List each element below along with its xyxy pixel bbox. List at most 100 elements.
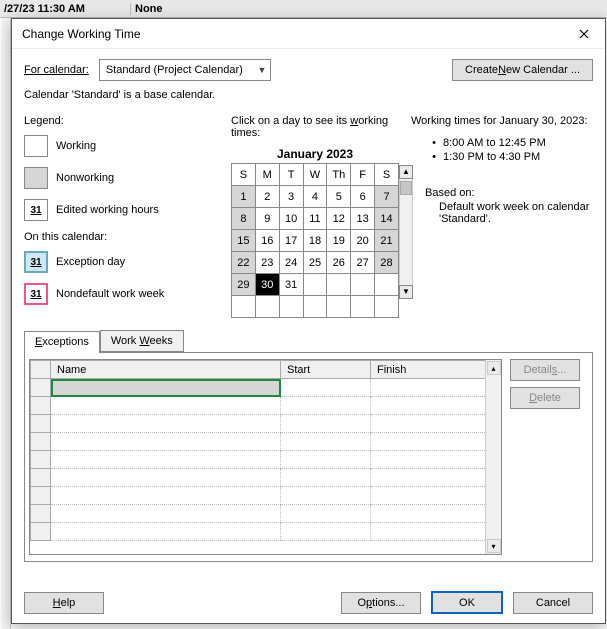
cancel-button[interactable]: Cancel xyxy=(513,592,593,614)
row-handle[interactable] xyxy=(31,415,51,433)
calendar-day[interactable]: 22 xyxy=(232,252,256,274)
calendar-day[interactable]: 20 xyxy=(351,230,375,252)
cell-start[interactable] xyxy=(281,487,371,505)
calendar-day[interactable]: 15 xyxy=(232,230,256,252)
calendar-day[interactable]: 31 xyxy=(279,274,303,296)
col-start[interactable]: Start xyxy=(281,361,371,379)
cell-start[interactable] xyxy=(281,469,371,487)
row-handle[interactable] xyxy=(31,523,51,541)
create-new-calendar-button[interactable]: Create New Calendar ... xyxy=(452,59,593,81)
cell-start[interactable] xyxy=(281,451,371,469)
calendar-grid[interactable]: SMTWThFS 1234567891011121314151617181920… xyxy=(231,163,399,318)
table-row[interactable] xyxy=(31,487,501,505)
cell-name[interactable] xyxy=(51,397,281,415)
calendar-day[interactable]: 5 xyxy=(327,186,351,208)
tab-exceptions[interactable]: Exceptions xyxy=(24,331,100,353)
grid-scrollbar[interactable]: ▴ ▾ xyxy=(485,360,501,554)
cell-finish[interactable] xyxy=(371,379,501,397)
cell-finish[interactable] xyxy=(371,397,501,415)
cell-name[interactable] xyxy=(51,451,281,469)
calendar-day[interactable]: 6 xyxy=(351,186,375,208)
row-handle[interactable] xyxy=(31,487,51,505)
cell-name[interactable] xyxy=(51,415,281,433)
calendar-day[interactable]: 21 xyxy=(375,230,399,252)
scroll-down-icon[interactable]: ▾ xyxy=(487,539,501,553)
calendar-day[interactable]: 27 xyxy=(351,252,375,274)
calendar-combo[interactable]: Standard (Project Calendar) ▼ xyxy=(99,59,272,81)
cell-finish[interactable] xyxy=(371,487,501,505)
row-handle[interactable] xyxy=(31,379,51,397)
cell-start[interactable] xyxy=(281,433,371,451)
options-button[interactable]: Options... xyxy=(341,592,421,614)
cell-name[interactable] xyxy=(51,433,281,451)
row-handle[interactable] xyxy=(31,469,51,487)
calendar-day[interactable]: 7 xyxy=(375,186,399,208)
cell-finish[interactable] xyxy=(371,433,501,451)
col-name[interactable]: Name xyxy=(51,361,281,379)
cell-start[interactable] xyxy=(281,415,371,433)
calendar-day[interactable]: 12 xyxy=(327,208,351,230)
cell-start[interactable] xyxy=(281,523,371,541)
table-row[interactable] xyxy=(31,469,501,487)
cell-start[interactable] xyxy=(281,505,371,523)
cell-finish[interactable] xyxy=(371,469,501,487)
calendar-day[interactable]: 2 xyxy=(255,186,279,208)
table-row[interactable] xyxy=(31,415,501,433)
calendar-day[interactable]: 14 xyxy=(375,208,399,230)
close-button[interactable] xyxy=(563,19,605,49)
calendar-scroll-up[interactable]: ▲ xyxy=(399,165,413,179)
calendar-day[interactable]: 18 xyxy=(303,230,327,252)
cell-finish[interactable] xyxy=(371,415,501,433)
cell-name[interactable] xyxy=(51,469,281,487)
calendar-day[interactable]: 30 xyxy=(255,274,279,296)
row-handle[interactable] xyxy=(31,397,51,415)
calendar-day[interactable]: 8 xyxy=(232,208,256,230)
cell-start[interactable] xyxy=(281,379,371,397)
calendar-day[interactable]: 23 xyxy=(255,252,279,274)
table-row[interactable] xyxy=(31,523,501,541)
table-row[interactable] xyxy=(31,433,501,451)
scroll-up-icon[interactable]: ▴ xyxy=(487,361,501,375)
calendar-day[interactable]: 9 xyxy=(255,208,279,230)
exceptions-grid[interactable]: Name Start Finish ▴ ▾ xyxy=(29,359,502,555)
calendar-day[interactable]: 28 xyxy=(375,252,399,274)
calendar-day[interactable]: 11 xyxy=(303,208,327,230)
ok-button[interactable]: OK xyxy=(431,591,503,614)
calendar-day[interactable]: 25 xyxy=(303,252,327,274)
table-row[interactable] xyxy=(31,451,501,469)
table-row[interactable] xyxy=(31,397,501,415)
tab-work-weeks[interactable]: Work Weeks xyxy=(100,330,184,352)
delete-button[interactable]: Delete xyxy=(510,387,580,409)
cell-name[interactable] xyxy=(51,487,281,505)
calendar-day[interactable]: 29 xyxy=(232,274,256,296)
col-finish[interactable]: Finish xyxy=(371,361,501,379)
cell-name[interactable] xyxy=(51,505,281,523)
calendar-day[interactable]: 4 xyxy=(303,186,327,208)
calendar-day[interactable]: 3 xyxy=(279,186,303,208)
calendar-day[interactable]: 17 xyxy=(279,230,303,252)
calendar-day[interactable]: 16 xyxy=(255,230,279,252)
cell-name[interactable] xyxy=(51,379,281,397)
calendar-day[interactable]: 19 xyxy=(327,230,351,252)
background-row: /27/23 11:30 AM None xyxy=(0,0,607,18)
row-handle[interactable] xyxy=(31,433,51,451)
calendar-scroll-down[interactable]: ▼ xyxy=(399,285,413,299)
calendar-day[interactable]: 13 xyxy=(351,208,375,230)
cell-finish[interactable] xyxy=(371,451,501,469)
row-handle[interactable] xyxy=(31,451,51,469)
cell-start[interactable] xyxy=(281,397,371,415)
row-handle[interactable] xyxy=(31,505,51,523)
cell-name[interactable] xyxy=(51,523,281,541)
cell-finish[interactable] xyxy=(371,505,501,523)
calendar-day[interactable]: 1 xyxy=(232,186,256,208)
cell-finish[interactable] xyxy=(371,523,501,541)
details-button[interactable]: Details... xyxy=(510,359,580,381)
calendar-day[interactable]: 10 xyxy=(279,208,303,230)
calendar-scroll-thumb[interactable] xyxy=(400,181,412,195)
calendar-day xyxy=(327,274,351,296)
table-row[interactable] xyxy=(31,379,501,397)
table-row[interactable] xyxy=(31,505,501,523)
calendar-day[interactable]: 24 xyxy=(279,252,303,274)
calendar-day[interactable]: 26 xyxy=(327,252,351,274)
help-button[interactable]: Help xyxy=(24,592,104,614)
